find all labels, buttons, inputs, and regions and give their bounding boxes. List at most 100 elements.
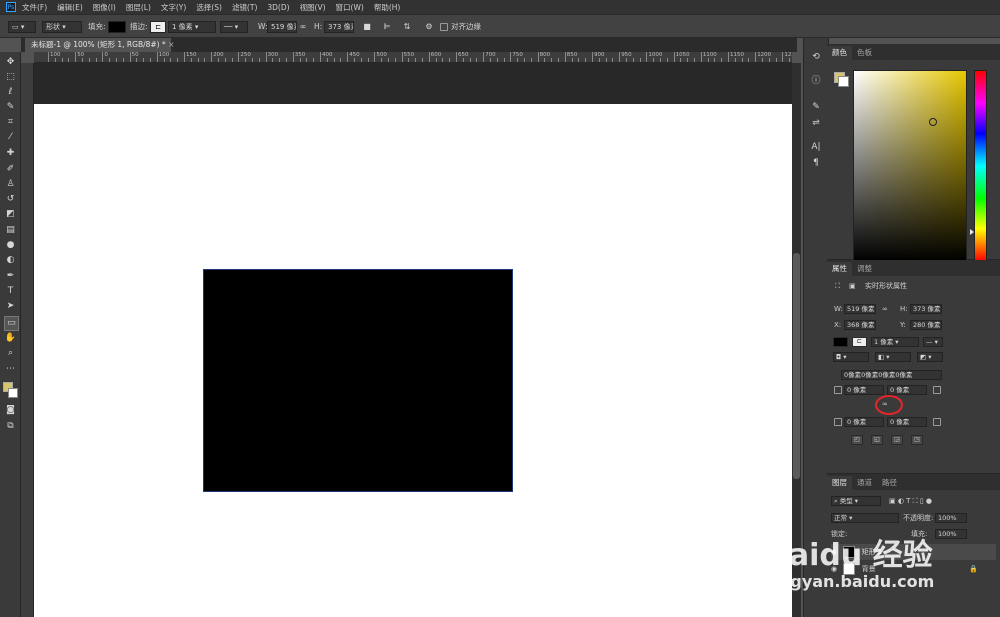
corner-radius-all-field[interactable]: 0像素0像素0像素0像素 — [841, 370, 942, 380]
path-unite-button[interactable]: ◰ — [851, 435, 863, 445]
document-tab[interactable]: 未标题-1 @ 100% (矩形 1, RGB/8#) * × — [25, 38, 174, 52]
prop-x-label: X: — [834, 321, 842, 329]
tab-color[interactable]: 颜色 — [827, 46, 852, 60]
hue-slider[interactable] — [974, 70, 987, 262]
tab-swatches[interactable]: 色板 — [852, 46, 877, 60]
path-exclude-button[interactable]: ◳ — [911, 435, 923, 445]
menu-layer[interactable]: 图层(L) — [126, 2, 151, 13]
menu-select[interactable]: 选择(S) — [196, 2, 222, 13]
prop-fill-swatch[interactable] — [833, 337, 848, 347]
layer-filter-icons[interactable]: ▣ ◐ T ⛶ ▯ ● — [889, 496, 932, 506]
hand-tool-icon[interactable]: ✋ — [4, 332, 17, 345]
tab-channels[interactable]: 通道 — [852, 476, 877, 490]
fill-opacity-field[interactable]: 100% — [935, 529, 967, 539]
type-tool-icon[interactable]: T — [4, 285, 17, 298]
fill-swatch[interactable] — [108, 21, 126, 33]
lasso-tool-icon[interactable]: ℓ — [4, 86, 17, 99]
quick-select-tool-icon[interactable]: ✎ — [4, 101, 17, 114]
crop-tool-icon[interactable]: ⌗ — [4, 116, 17, 129]
corner-br-field[interactable]: 0 像素 — [887, 417, 927, 427]
rectangle-shape[interactable] — [203, 269, 513, 492]
stroke-align-select[interactable]: ◘ ▾ — [833, 352, 869, 362]
corner-tl-field[interactable]: 0 像素 — [844, 385, 884, 395]
gear-icon[interactable]: ⚙ — [422, 21, 436, 33]
menu-edit[interactable]: 编辑(E) — [57, 2, 83, 13]
stroke-swatch[interactable]: ⊏ — [150, 21, 166, 33]
brush-tool-icon[interactable]: ✐ — [4, 163, 17, 176]
menu-filter[interactable]: 滤镜(T) — [232, 2, 257, 13]
screen-mode-icon[interactable]: ⧉ — [4, 420, 17, 433]
menu-image[interactable]: 图像(I) — [93, 2, 116, 13]
panel-background-swatch[interactable] — [838, 76, 849, 87]
tab-paths[interactable]: 路径 — [877, 476, 902, 490]
prop-stroke-width-field[interactable]: 1 像素 ▾ — [871, 337, 919, 347]
stroke-corners-select[interactable]: ◩ ▾ — [917, 352, 943, 362]
zoom-tool-icon[interactable]: ⌕ — [4, 347, 17, 360]
prop-y-field[interactable]: 280 像素 — [910, 320, 942, 330]
align-edges-checkbox[interactable] — [440, 23, 448, 31]
canvas-area[interactable] — [34, 63, 792, 617]
path-alignment-icon[interactable]: ⊫ — [380, 21, 394, 33]
prop-stroke-swatch[interactable]: ⊏ — [852, 337, 867, 347]
close-tab-icon[interactable]: × — [168, 40, 174, 49]
hue-slider-handle[interactable] — [970, 229, 974, 235]
menu-file[interactable]: 文件(F) — [22, 2, 47, 13]
rectangle-tool-icon[interactable]: ▭ — [4, 316, 19, 331]
prop-x-field[interactable]: 368 像素 — [844, 320, 876, 330]
eyedropper-tool-icon[interactable]: ⁄ — [4, 131, 17, 144]
path-subtract-button[interactable]: ◱ — [871, 435, 883, 445]
eraser-tool-icon[interactable]: ◩ — [4, 208, 17, 221]
path-intersect-button[interactable]: ◲ — [891, 435, 903, 445]
menu-window[interactable]: 窗口(W) — [336, 2, 364, 13]
layer-filter-select[interactable]: ⌕ 类型 ▾ — [831, 496, 881, 506]
stroke-type-select[interactable]: ── ▾ — [220, 21, 248, 33]
menu-help[interactable]: 帮助(H) — [374, 2, 401, 13]
gradient-tool-icon[interactable]: ▤ — [4, 224, 17, 237]
stamp-tool-icon[interactable]: ♙ — [4, 178, 17, 191]
color-field[interactable] — [853, 70, 967, 262]
corner-tr-field[interactable]: 0 像素 — [887, 385, 927, 395]
info-icon[interactable]: ⓘ — [809, 74, 823, 88]
menu-3d[interactable]: 3D(D) — [267, 3, 289, 12]
horizontal-ruler: 100 50 0 50 100 150 200 250 300 350 400 450 500 550 60… — [34, 52, 792, 63]
stroke-width-field[interactable]: 1 像素 ▾ — [168, 21, 216, 33]
marquee-tool-icon[interactable]: ⬚ — [4, 71, 17, 84]
prop-width-field[interactable]: 519 像素 — [844, 304, 876, 314]
path-select-tool-icon[interactable]: ➤ — [4, 300, 17, 313]
shape-mode-select[interactable]: 形状 ▾ — [42, 21, 82, 33]
background-color-swatch[interactable] — [8, 388, 18, 398]
tab-properties[interactable]: 属性 — [827, 262, 852, 276]
adjustments-icon[interactable]: ⇌ — [809, 116, 823, 130]
blur-tool-icon[interactable]: ● — [4, 239, 17, 252]
healing-tool-icon[interactable]: ✚ — [4, 147, 17, 160]
prop-height-field[interactable]: 373 像素 — [910, 304, 942, 314]
width-field[interactable]: 519 像素 — [267, 21, 297, 33]
tab-adjustments[interactable]: 调整 — [852, 262, 877, 276]
menu-view[interactable]: 视图(V) — [300, 2, 326, 13]
character-icon[interactable]: A| — [809, 140, 823, 154]
prop-stroke-type-select[interactable]: — ▾ — [923, 337, 943, 347]
tool-preset-picker[interactable]: ▭ ▾ — [8, 21, 36, 33]
history-brush-tool-icon[interactable]: ↺ — [4, 193, 17, 206]
dodge-tool-icon[interactable]: ◐ — [4, 254, 17, 267]
brush-settings-icon[interactable]: ✎ — [809, 100, 823, 114]
path-operations-icon[interactable]: ■ — [360, 21, 374, 33]
scrollbar-thumb[interactable] — [793, 253, 800, 479]
path-arrangement-icon[interactable]: ⇅ — [400, 21, 414, 33]
more-tools-icon[interactable]: ⋯ — [4, 363, 17, 376]
link-dimensions-icon[interactable]: ∞ — [882, 304, 888, 314]
tab-layers[interactable]: 图层 — [827, 476, 852, 490]
paragraph-icon[interactable]: ¶ — [809, 156, 823, 170]
blend-mode-select[interactable]: 正常 ▾ — [831, 513, 899, 523]
corner-bl-field[interactable]: 0 像素 — [844, 417, 884, 427]
height-field[interactable]: 373 像素 — [324, 21, 354, 33]
menu-type[interactable]: 文字(Y) — [161, 2, 186, 13]
pen-tool-icon[interactable]: ✒ — [4, 270, 17, 283]
stroke-caps-select[interactable]: ◧ ▾ — [875, 352, 911, 362]
color-picker-handle[interactable] — [929, 118, 937, 126]
history-icon[interactable]: ⟲ — [809, 50, 823, 64]
opacity-field[interactable]: 100% — [935, 513, 967, 523]
move-tool-icon[interactable]: ✥ — [4, 56, 17, 69]
link-icon[interactable]: ∞ — [296, 21, 310, 33]
quick-mask-icon[interactable]: ◙ — [4, 404, 17, 417]
